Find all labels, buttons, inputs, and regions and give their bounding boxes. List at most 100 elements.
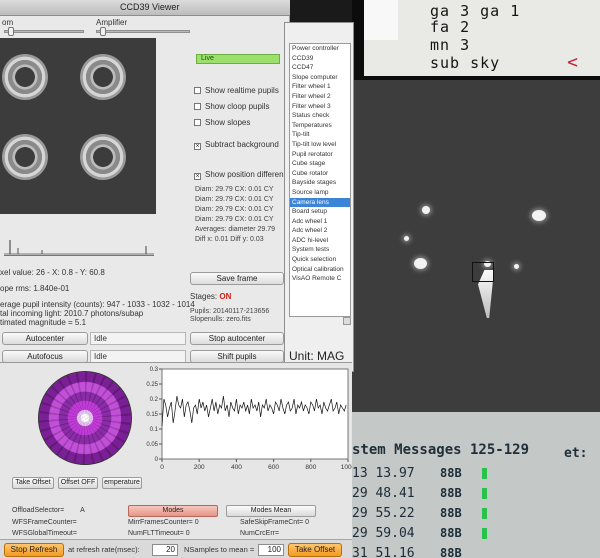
status-led: [482, 468, 487, 479]
refresh-toolbar: Stop Refresh at refresh rate(msec): 20 N…: [0, 539, 352, 558]
message-code: 88B: [440, 466, 462, 480]
pupil: [2, 54, 48, 100]
ccd39-viewer-window: CCD39 Viewer om Amplifier Live Show real…: [0, 0, 292, 370]
checkbox-box[interactable]: [194, 119, 201, 126]
diameter-row: Diam: 29.79 CX: 0.01 CY: [195, 196, 274, 203]
device-list-item[interactable]: Power controller: [290, 44, 350, 54]
amplifier-slider-knob[interactable]: [100, 27, 106, 36]
modes-line-chart: 0 0.05 0.1 0.15 0.2 0.25 0.3 0 200 400 600 800 1000: [146, 367, 352, 471]
diameter-row: Diam: 29.79 CX: 0.01 CY: [195, 216, 274, 223]
x-tick-label: 0: [160, 464, 164, 471]
pupil-image: [0, 38, 156, 214]
device-list-item[interactable]: Cube stage: [290, 159, 350, 169]
star-blob: [414, 258, 427, 269]
nsamples-input[interactable]: 100: [258, 544, 284, 556]
intensity-histogram: [4, 240, 154, 256]
device-list-item[interactable]: System tests: [290, 245, 350, 255]
device-list-item[interactable]: Status check: [290, 111, 350, 121]
average-pupil-intensity: erage pupil intensity (counts): 947 - 10…: [0, 300, 195, 309]
device-list-item[interactable]: Board setup: [290, 207, 350, 217]
camera-image: [352, 80, 600, 412]
checkbox-check-icon[interactable]: ×: [194, 143, 201, 150]
device-list-item[interactable]: CCD39: [290, 54, 350, 64]
stop-refresh-button[interactable]: Stop Refresh: [4, 543, 64, 557]
checkbox-box[interactable]: [194, 87, 201, 94]
terminal-red-mark: <: [567, 52, 578, 73]
autocenter-button[interactable]: Autocenter: [2, 332, 88, 345]
device-list-item[interactable]: Cube rotator: [290, 169, 350, 179]
diameter-row: Diam: 29.79 CX: 0.01 CY: [195, 186, 274, 193]
modes-mean-button[interactable]: Modes Mean: [226, 505, 316, 517]
zoom-slider[interactable]: [4, 30, 84, 33]
save-frame-button[interactable]: Save frame: [190, 272, 284, 285]
device-list-item[interactable]: Adc wheel 1: [290, 217, 350, 227]
estimated-magnitude: timated magnitude = 5.1: [0, 318, 87, 327]
message-time: 29 59.04: [352, 526, 415, 541]
offload-selector-label: OffloadSelector=: [12, 507, 65, 514]
incoming-light: tal incoming light: 2010.7 photons/subap: [0, 309, 144, 318]
amplifier-slider[interactable]: [96, 30, 190, 33]
ccd39-title-bar[interactable]: CCD39 Viewer: [0, 0, 290, 16]
num-flt-timeout: NumFLTTimeout= 0: [128, 530, 190, 537]
take-offset-button[interactable]: Take Offset: [12, 477, 54, 489]
show-position-difference-checkbox[interactable]: × Show position difference: [194, 170, 292, 180]
zoom-label: om: [2, 18, 14, 27]
device-list-item[interactable]: Optical calibration: [290, 265, 350, 275]
device-list-item[interactable]: Adc wheel 2: [290, 226, 350, 236]
checkbox-box[interactable]: [194, 103, 201, 110]
show-slopes-checkbox[interactable]: Show slopes: [194, 118, 250, 127]
x-tick-label: 600: [268, 464, 279, 471]
device-list-item[interactable]: Slope computer: [290, 73, 350, 83]
device-list-item[interactable]: Filter wheel 1: [290, 82, 350, 92]
star-blob: [422, 206, 430, 214]
device-list-item[interactable]: Filter wheel 2: [290, 92, 350, 102]
pixel-value-readout: xel value: 26 - X: 0.8 - Y: 60.8: [0, 268, 105, 277]
message-row: 29 59.04 88B: [352, 526, 487, 541]
device-list-item[interactable]: Filter wheel 3: [290, 102, 350, 112]
message-row: 13 13.97 88B: [352, 466, 487, 481]
y-tick-label: 0.15: [146, 412, 158, 418]
stop-autocenter-button[interactable]: Stop autocenter: [190, 332, 284, 345]
device-list-item[interactable]: Quick selection: [290, 255, 350, 265]
checkbox-label: Show slopes: [205, 118, 251, 127]
y-tick-label: 0.3: [150, 367, 159, 373]
device-list-item[interactable]: Tip-tilt low level: [290, 140, 350, 150]
chart-plot-area: [161, 368, 349, 460]
y-tick-label: 0: [155, 457, 159, 463]
device-list[interactable]: Power controller CCD39 CCD47 Slope computer…: [289, 43, 351, 317]
checkbox-label: Show cloop pupils: [205, 102, 270, 111]
pupil: [2, 134, 48, 180]
offset-off-button[interactable]: Offset OFF: [58, 477, 98, 489]
nsamples-label: NSamples to mean =: [184, 545, 255, 554]
offload-selector: OffloadSelector= A: [12, 507, 85, 514]
device-list-item[interactable]: Temperatures: [290, 121, 350, 131]
device-list-item[interactable]: Bayside stages: [290, 178, 350, 188]
show-realtime-pupils-checkbox[interactable]: Show realtime pupils: [194, 86, 279, 95]
pupil: [80, 134, 126, 180]
zoom-slider-knob[interactable]: [8, 27, 14, 36]
device-list-item[interactable]: VisAO Remote C: [290, 274, 350, 284]
device-list-item[interactable]: Source lamp: [290, 188, 350, 198]
temperature-button[interactable]: emperature: [102, 477, 142, 489]
y-tick-label: 0.05: [146, 442, 158, 448]
message-code: 88B: [440, 506, 462, 520]
device-list-item[interactable]: Tip-tilt: [290, 130, 350, 140]
terminal-line: sub sky: [430, 54, 501, 72]
list-scrollbar[interactable]: [343, 317, 351, 325]
refresh-rate-input[interactable]: 20: [152, 544, 178, 556]
device-list-item[interactable]: CCD47: [290, 63, 350, 73]
slope-rms-readout: ope rms: 1.840e-01: [0, 284, 70, 293]
subtract-background-checkbox[interactable]: × Subtract background: [194, 140, 279, 150]
take-offset-bottom-button[interactable]: Take Offset: [288, 543, 342, 557]
show-cloop-pupils-checkbox[interactable]: Show cloop pupils: [194, 102, 269, 111]
unit-label: Unit: MAG: [289, 349, 345, 363]
status-led: [482, 488, 487, 499]
device-list-item[interactable]: Camera lens: [290, 197, 350, 208]
terminal-line: fa 2: [430, 18, 471, 36]
modes-button[interactable]: Modes: [128, 505, 218, 517]
device-list-item[interactable]: Pupil rerotator: [290, 150, 350, 160]
live-label: Live: [201, 55, 214, 62]
message-code: 88B: [440, 526, 462, 540]
checkbox-check-icon[interactable]: ×: [194, 173, 201, 180]
device-list-item[interactable]: ADC hi-level: [290, 236, 350, 246]
